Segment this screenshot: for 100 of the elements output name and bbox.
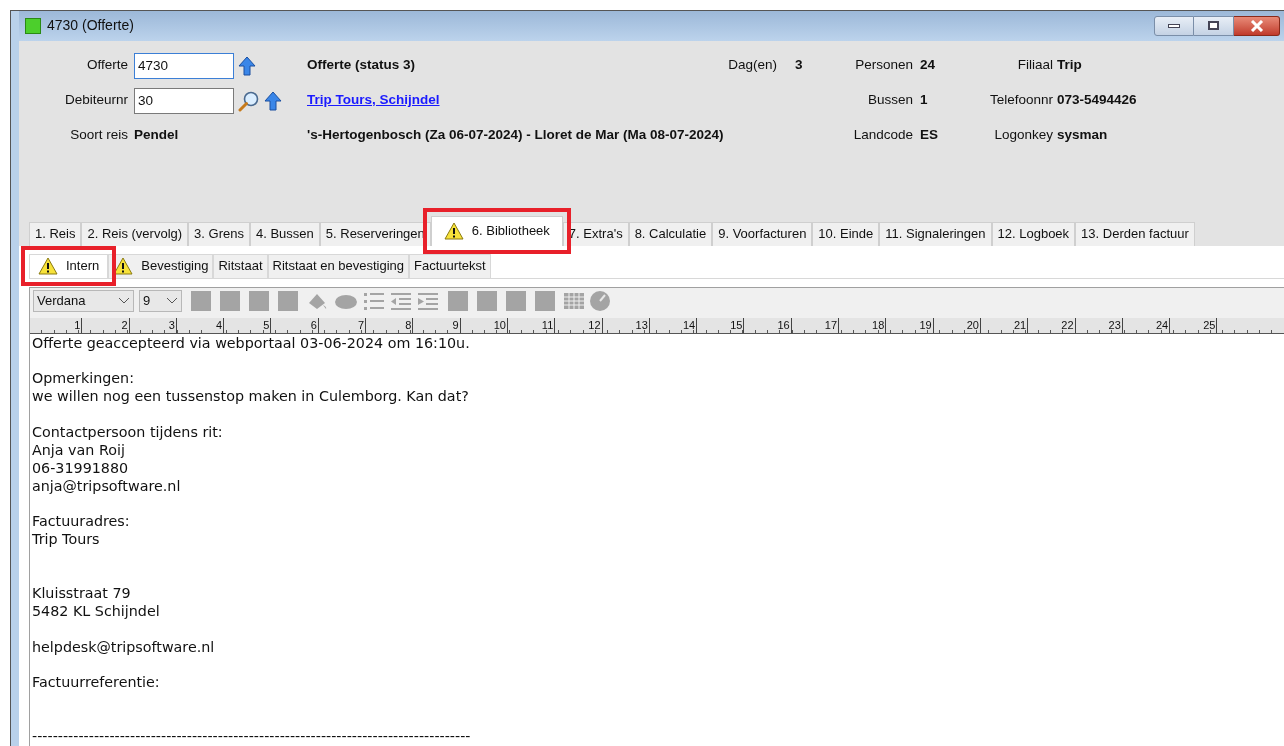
field-label: Personen	[855, 56, 913, 75]
field-label: Telefoonnr	[989, 91, 1053, 110]
table-icon[interactable]	[564, 292, 584, 309]
ruler-number: 19	[919, 317, 932, 333]
field-label: Dag(en)	[728, 56, 777, 75]
sub-tab[interactable]: Factuurtekst	[409, 253, 491, 278]
toolbar-icon[interactable]	[191, 290, 211, 311]
field-value: sysman	[1057, 127, 1108, 143]
ruler-number: 23	[1108, 317, 1121, 333]
tab[interactable]: 12. Logboek	[991, 221, 1076, 246]
field-value: ES	[920, 127, 938, 143]
field-label: Offerte	[86, 56, 128, 75]
up-arrow-icon[interactable]	[264, 90, 282, 111]
toolbar-icon[interactable]	[506, 290, 526, 311]
text-line: Kluisstraat 79	[32, 585, 131, 601]
ruler-number: 7	[357, 317, 365, 333]
tab[interactable]: 8. Calculatie	[628, 221, 713, 246]
ruler-number: 9	[452, 317, 459, 333]
sub-tab[interactable]: Ritstaat en bevestiging	[267, 253, 410, 278]
status-text: Offerte (status 3)	[307, 57, 416, 73]
tab[interactable]: 3. Grens	[188, 221, 250, 246]
text-line: Factuurreferentie:	[32, 674, 160, 691]
ruler-number: 25	[1203, 317, 1216, 333]
gauge-icon[interactable]	[589, 289, 611, 312]
minimize-button[interactable]	[1154, 15, 1194, 36]
field-value: Pendel	[134, 127, 179, 143]
toolbar-icon[interactable]	[535, 290, 555, 311]
ruler-number: 3	[168, 317, 175, 333]
toolbar-icon[interactable]	[448, 290, 468, 311]
ruler-number: 16	[777, 317, 790, 333]
ruler-number: 17	[824, 317, 838, 333]
tab[interactable]: 11. Signaleringen	[879, 221, 992, 246]
maximize-button[interactable]	[1194, 15, 1234, 36]
ruler-number: 13	[635, 317, 648, 333]
ruler-number: 10	[493, 317, 506, 333]
ruler-number: 2	[121, 317, 128, 333]
field-label: Logonkey	[994, 126, 1053, 145]
font-select[interactable]: Verdana	[33, 289, 134, 312]
tab[interactable]: 9. Voorfacturen	[712, 221, 813, 246]
text-line: Opmerkingen:	[32, 370, 134, 387]
field-value: 3	[795, 57, 803, 73]
search-icon[interactable]	[238, 89, 260, 112]
field-value: 1	[920, 92, 928, 108]
tab[interactable]: 10. Einde	[812, 221, 880, 246]
text-line: Anja van Roij	[32, 441, 125, 458]
list-icon[interactable]	[363, 290, 385, 311]
text-line: -------------------------------------------------------------------------------------	[32, 728, 471, 745]
ruler-number: 11	[541, 317, 554, 333]
text-line: 5482 KL Schijndel	[32, 602, 160, 619]
toolbar-icon[interactable]	[477, 290, 497, 311]
ruler-number: 12	[588, 317, 601, 333]
close-icon	[1249, 19, 1264, 32]
field-value: 24	[920, 57, 936, 73]
tab[interactable]: 4. Bussen	[249, 221, 320, 246]
route-text: 's-Hertogenbosch (Za 06-07-2024) - Lloret de Mar (Ma 08-07-2024)	[307, 127, 724, 143]
field-value: 073-5494426	[1057, 92, 1137, 108]
up-arrow-icon[interactable]	[238, 55, 256, 76]
toolbar-icon[interactable]	[220, 290, 240, 311]
text-line: Factuuradres:	[32, 513, 130, 530]
ruler-number: 6	[310, 317, 317, 333]
text-line: Trip Tours	[32, 531, 100, 548]
text-line: 06-31991880	[32, 459, 129, 476]
sub-tab[interactable]: Ritstaat	[213, 253, 268, 278]
chevron-icon	[166, 296, 178, 305]
ruler-number: 22	[1061, 317, 1074, 333]
text-line: Contactpersoon tijdens rit:	[32, 423, 223, 440]
ruler-number: 24	[1155, 317, 1169, 333]
ruler-number: 20	[966, 317, 979, 333]
chevron-icon	[118, 296, 130, 305]
ruler-number: 18	[872, 317, 885, 333]
field-label: Bussen	[867, 91, 913, 110]
tab[interactable]: 1. Reis	[29, 221, 82, 246]
field-label: Debiteurnr	[64, 91, 128, 110]
warning-icon	[38, 257, 58, 275]
size-select[interactable]: 9	[139, 289, 182, 312]
ruler-number: 21	[1014, 317, 1027, 333]
outdent-icon[interactable]	[390, 290, 412, 311]
tab[interactable]: 13. Derden factuur	[1075, 221, 1195, 246]
field-label: Landcode	[853, 126, 913, 145]
field-value: Trip	[1057, 57, 1082, 73]
app-icon	[25, 17, 41, 34]
sub-tab[interactable]: Bevestiging	[108, 253, 214, 278]
window-title: 4730 (Offerte)	[47, 16, 134, 36]
tab[interactable]: 2. Reis (vervolg)	[81, 221, 189, 246]
field-label: Filiaal	[1017, 56, 1053, 75]
warning-icon	[113, 257, 134, 275]
customer-link[interactable]: Trip Tours, Schijndel	[307, 92, 440, 108]
debiteur-field[interactable]: 30	[134, 87, 234, 114]
tab[interactable]: 5. Reserveringen	[319, 221, 431, 246]
indent-icon[interactable]	[417, 290, 439, 311]
ruler-number: 1	[74, 317, 81, 333]
close-button[interactable]	[1234, 15, 1280, 36]
toolbar-icon[interactable]	[249, 290, 269, 311]
warning-icon	[443, 222, 464, 240]
toolbar-icon[interactable]	[278, 290, 298, 311]
ruler-number: 14	[682, 317, 696, 333]
text-line: we willen nog een tussenstop maken in Culemborg. Kan dat?	[32, 388, 469, 405]
offerte-field[interactable]: 4730	[134, 52, 234, 79]
text-line: Offerte geaccepteerd via webportaal 03-06-2024 om 16:10u.	[32, 334, 470, 351]
ruler-number: 5	[263, 317, 270, 333]
